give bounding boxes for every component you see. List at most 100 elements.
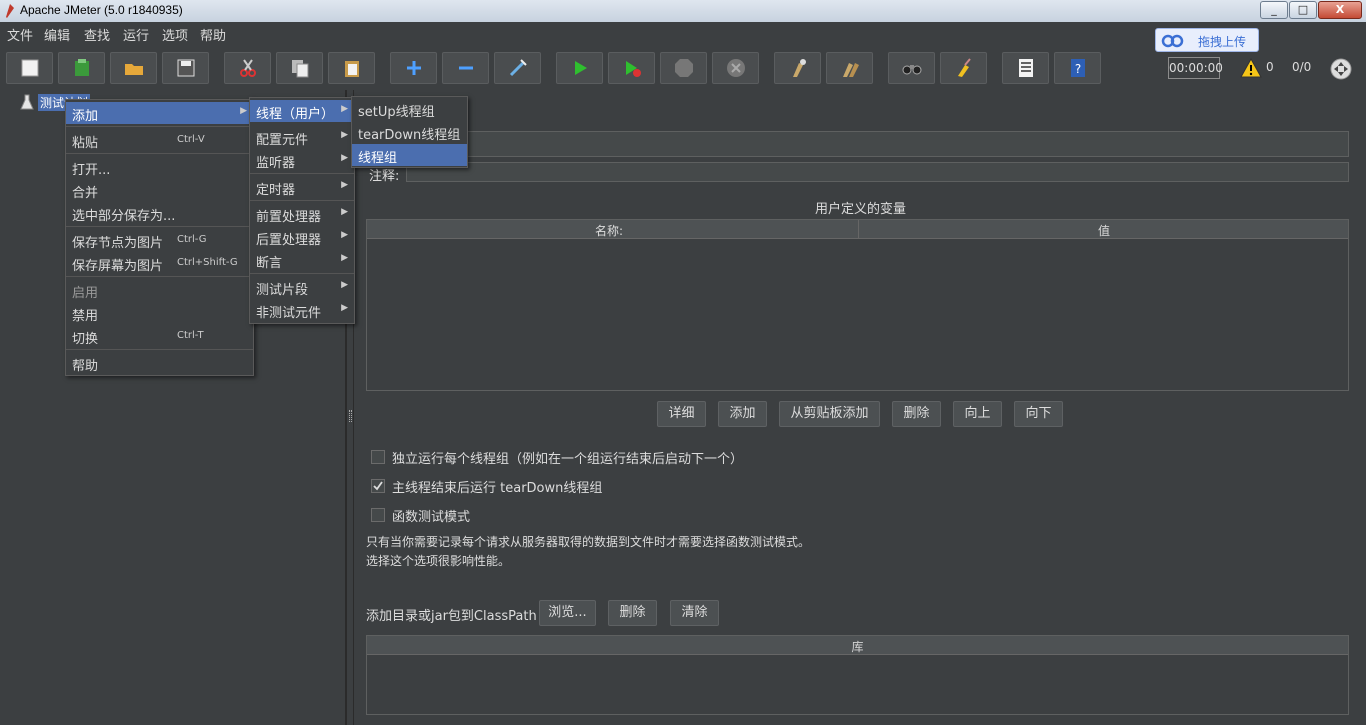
menu-separator (66, 349, 253, 350)
clear-all-button[interactable] (826, 52, 873, 84)
remote-start-icon[interactable] (1329, 57, 1353, 81)
toggle-button[interactable] (494, 52, 541, 84)
warning-icon[interactable] (1240, 58, 1262, 78)
function-helper-button[interactable] (1002, 52, 1049, 84)
collapse-all-button[interactable] (442, 52, 489, 84)
classpath-delete-button[interactable]: 删除 (608, 600, 657, 626)
menu-item-label: tearDown线程组 (358, 128, 461, 143)
menu-item-label: 前置处理器 (256, 210, 322, 225)
serialize-threadgroups-checkbox[interactable] (371, 450, 385, 464)
submenu-item-thread-group[interactable]: 线程组 (352, 144, 467, 166)
col-name-header[interactable]: 名称: (595, 222, 623, 239)
menu-item-label: 后置处理器 (256, 233, 322, 248)
submenu-arrow-icon: ▶ (341, 303, 348, 313)
submenu-item-config-element[interactable]: 配置元件 ▶ (250, 126, 354, 148)
shutdown-icon (726, 59, 745, 77)
menu-item-save-selection-as[interactable]: 选中部分保存为... (66, 202, 253, 224)
submenu-item-test-fragment[interactable]: 测试片段 ▶ (250, 276, 354, 298)
add-from-clipboard-button[interactable]: 从剪贴板添加 (779, 401, 880, 427)
save-button[interactable] (162, 52, 209, 84)
menu-item-label: 切换 (72, 332, 99, 347)
menu-item-save-node-image[interactable]: 保存节点为图片 Ctrl-G (66, 229, 253, 251)
move-down-button[interactable]: 向下 (1014, 401, 1063, 427)
submenu-arrow-icon: ▶ (341, 104, 348, 114)
menu-item-label: 配置元件 (256, 133, 309, 148)
comment-field[interactable] (406, 162, 1349, 182)
new-button[interactable] (6, 52, 53, 84)
plus-icon (406, 61, 421, 75)
menu-item-label: 启用 (72, 286, 99, 301)
menu-separator (66, 153, 253, 154)
submenu-item-post-processor[interactable]: 后置处理器 ▶ (250, 226, 354, 248)
elapsed-timer: 00:00:00 (1168, 57, 1223, 79)
menu-shortcut: Ctrl-T (177, 330, 204, 341)
menu-item-add[interactable]: 添加 ▶ (66, 102, 253, 124)
minus-icon (458, 66, 473, 70)
open-button[interactable] (110, 52, 157, 84)
menu-item-merge[interactable]: 合并 (66, 179, 253, 201)
lib-header[interactable]: 库 (367, 638, 1348, 655)
submenu-item-listener[interactable]: 监听器 ▶ (250, 149, 354, 171)
templates-button[interactable] (58, 52, 105, 84)
detail-button[interactable]: 详细 (657, 401, 706, 427)
start-button[interactable] (556, 52, 603, 84)
submenu-item-timer[interactable]: 定时器 ▶ (250, 176, 354, 198)
submenu-item-threads[interactable]: 线程（用户） ▶ (250, 100, 354, 122)
menu-item-disable[interactable]: 禁用 (66, 302, 253, 324)
functional-mode-checkbox[interactable] (371, 508, 385, 522)
menu-options[interactable]: 选项 (162, 25, 188, 44)
move-up-button[interactable]: 向上 (953, 401, 1002, 427)
broom-gear-icon (792, 59, 806, 77)
submenu-item-pre-processor[interactable]: 前置处理器 ▶ (250, 203, 354, 225)
close-button[interactable]: X (1318, 1, 1362, 19)
start-no-pauses-button[interactable] (608, 52, 655, 84)
menu-item-toggle[interactable]: 切换 Ctrl-T (66, 325, 253, 347)
submenu-item-setup-thread-group[interactable]: setUp线程组 (352, 98, 467, 120)
menu-search[interactable]: 查找 (84, 25, 110, 44)
menu-item-help[interactable]: 帮助 (66, 352, 253, 374)
classpath-table[interactable]: 库 (366, 635, 1349, 715)
expand-all-button[interactable] (390, 52, 437, 84)
user-vars-table[interactable]: 名称: 值 (366, 219, 1349, 391)
menu-shortcut: Ctrl+Shift-G (177, 257, 238, 268)
cut-button[interactable] (224, 52, 271, 84)
stop-button[interactable] (660, 52, 707, 84)
menu-help[interactable]: 帮助 (200, 25, 226, 44)
menu-edit[interactable]: 编辑 (44, 25, 70, 44)
help-book-icon: ? (1070, 59, 1085, 77)
col-value-header[interactable]: 值 (1098, 222, 1110, 239)
copy-button[interactable] (276, 52, 323, 84)
submenu-item-teardown-thread-group[interactable]: tearDown线程组 (352, 121, 467, 143)
submenu-arrow-icon: ▶ (341, 153, 348, 163)
shutdown-button[interactable] (712, 52, 759, 84)
search-button[interactable] (888, 52, 935, 84)
add-button[interactable]: 添加 (718, 401, 767, 427)
menu-file[interactable]: 文件 (7, 25, 33, 44)
minimize-button[interactable]: _ (1260, 1, 1288, 19)
submenu-arrow-icon: ▶ (341, 253, 348, 263)
classpath-clear-button[interactable]: 清除 (670, 600, 719, 626)
functional-mode-label: 函数测试模式 (392, 510, 471, 525)
menu-shortcut: Ctrl-V (177, 134, 205, 145)
name-field[interactable] (366, 131, 1349, 157)
title-bar: Apache JMeter (5.0 r1840935) _ □ X (0, 0, 1366, 22)
maximize-button[interactable]: □ (1289, 1, 1317, 19)
menu-item-save-screen-image[interactable]: 保存屏幕为图片 Ctrl+Shift-G (66, 252, 253, 274)
menu-run[interactable]: 运行 (123, 25, 149, 44)
help-button[interactable]: ? (1054, 52, 1101, 84)
submenu-item-non-test-elements[interactable]: 非测试元件 ▶ (250, 299, 354, 321)
templates-icon (74, 59, 89, 76)
baidu-upload-widget[interactable]: 拖拽上传 (1155, 28, 1259, 52)
clear-button[interactable] (774, 52, 821, 84)
menu-item-label: 断言 (256, 256, 283, 271)
delete-button[interactable]: 删除 (892, 401, 941, 427)
browse-button[interactable]: 浏览... (539, 600, 596, 626)
reset-search-button[interactable] (940, 52, 987, 84)
teardown-on-shutdown-checkbox[interactable] (371, 479, 385, 493)
menu-item-paste[interactable]: 粘贴 Ctrl-V (66, 129, 253, 151)
submenu-item-assertion[interactable]: 断言 ▶ (250, 249, 354, 271)
menu-item-open[interactable]: 打开... (66, 156, 253, 178)
splitter-grip (349, 410, 352, 422)
paste-button[interactable] (328, 52, 375, 84)
menu-separator (250, 173, 354, 174)
